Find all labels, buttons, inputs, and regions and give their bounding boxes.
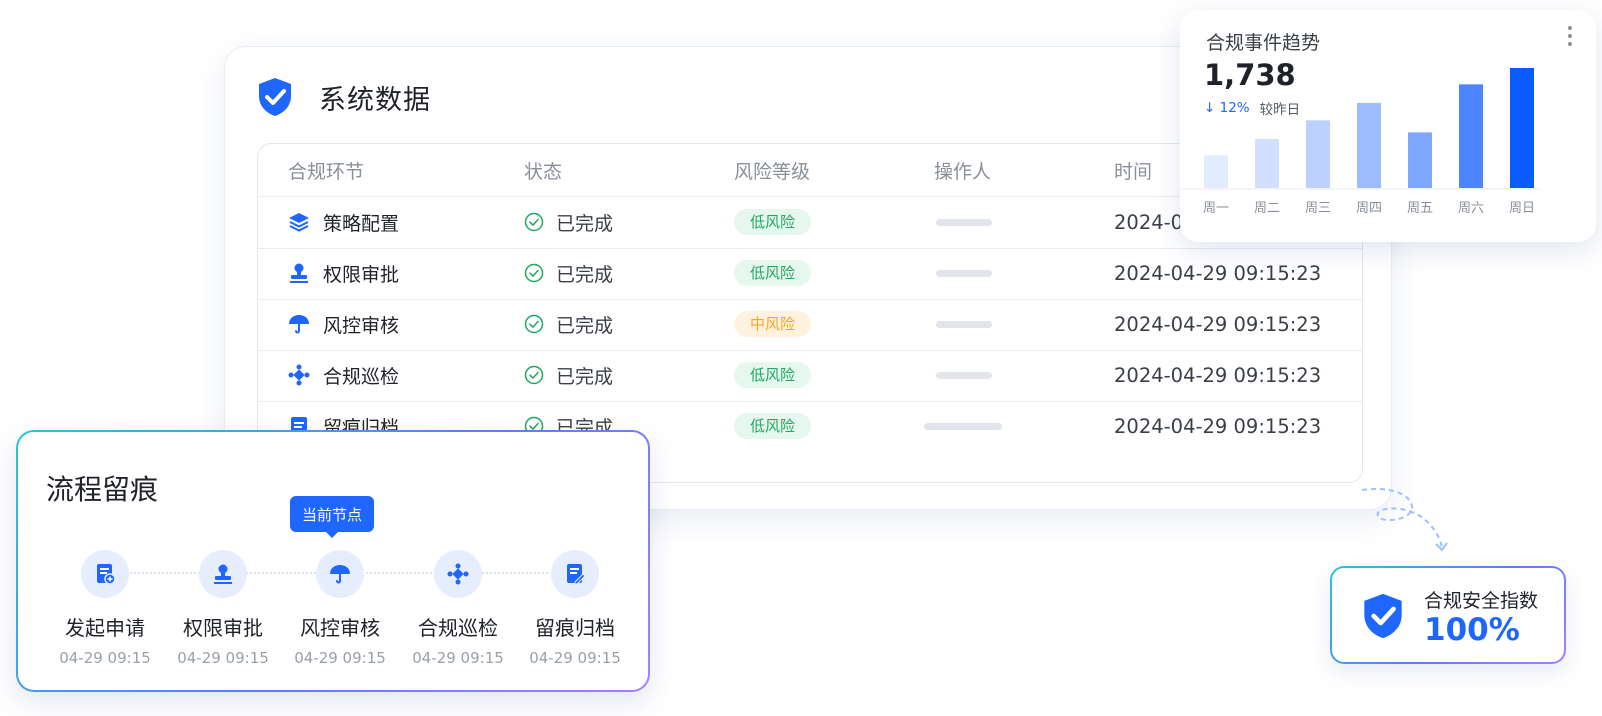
shield-check-icon (259, 78, 291, 116)
step-label: 留痕归档 (535, 616, 615, 640)
step-time: 04-29 09:15 (177, 649, 269, 667)
step-label: 权限审批 (183, 616, 263, 640)
risk-badge: 低风险 (734, 413, 812, 439)
system-data-title: 系统数据 (319, 84, 431, 116)
row-time: 2024-04-29 09:15:23 (1114, 261, 1322, 285)
row-stage-name: 合规巡检 (323, 365, 400, 388)
operator-placeholder (936, 269, 992, 277)
trend-axis-label: 周二 (1254, 201, 1280, 216)
row-status: 已完成 (556, 365, 614, 388)
trend-card: 合规事件趋势 1,738 ↓ 12% 较昨日 周一 周二 周三 周四 周五 周六 周日 (1180, 10, 1596, 242)
trend-bar-周三 (1306, 120, 1330, 188)
step-time: 04-29 09:15 (294, 649, 386, 667)
cross-diamond-icon (447, 563, 469, 585)
operator-placeholder (936, 320, 992, 328)
process-step[interactable]: 留痕归档 04-29 09:15 (515, 550, 635, 667)
dashed-arrow-decoration (1361, 488, 1448, 552)
trend-axis-label: 周六 (1458, 201, 1484, 216)
system-data-header: 系统数据 (257, 77, 431, 117)
column-header-time: 时间 (1114, 160, 1153, 183)
umbrella-icon (289, 315, 309, 334)
row-stage-name: 权限审批 (323, 263, 400, 286)
table-row[interactable]: 风控审核 已完成 中风险 2024-04-29 09:15:23 (258, 298, 1362, 351)
table-row[interactable]: 合规巡检 已完成 低风险 2024-04-29 09:15:23 (258, 349, 1362, 402)
step-time: 04-29 09:15 (59, 649, 151, 667)
step-label: 风控审核 (300, 616, 380, 640)
safety-index-value: 100% (1424, 612, 1520, 648)
table-row[interactable]: 权限审批 已完成 低风险 2024-04-29 09:15:23 (258, 247, 1362, 300)
check-circle-icon (524, 365, 544, 385)
operator-placeholder (936, 218, 992, 226)
column-header-stage: 合规环节 (288, 160, 365, 183)
trend-axis-label: 周日 (1509, 201, 1535, 216)
risk-badge: 中风险 (734, 311, 812, 337)
process-step-current[interactable]: 风控审核 04-29 09:15 (280, 550, 400, 667)
column-header-status: 状态 (524, 160, 563, 183)
trend-axis-label: 周五 (1407, 201, 1433, 216)
process-step[interactable]: 合规巡检 04-29 09:15 (398, 550, 518, 667)
cross-diamond-icon (288, 364, 310, 386)
archive-edit-icon (567, 564, 586, 585)
process-step[interactable]: 权限审批 04-29 09:15 (163, 550, 283, 667)
row-time: 2024-04-29 09:15:23 (1114, 312, 1322, 336)
row-status: 已完成 (556, 314, 614, 337)
layers-icon (289, 213, 309, 232)
check-circle-icon (524, 314, 544, 334)
trend-bar-周二 (1255, 138, 1279, 188)
trend-bar-周四 (1357, 102, 1381, 188)
umbrella-icon (330, 565, 350, 584)
safety-index-card: 合规安全指数 100% (1330, 566, 1566, 664)
trend-bar-周一 (1204, 155, 1228, 188)
risk-badge: 低风险 (734, 209, 812, 235)
trend-bar-周六 (1459, 84, 1483, 188)
operator-placeholder (924, 422, 1002, 430)
trend-axis-label: 周三 (1305, 201, 1331, 216)
shield-check-icon (1364, 593, 1402, 639)
process-title: 流程留痕 (46, 473, 159, 506)
step-label: 合规巡检 (418, 616, 498, 640)
row-stage-name: 策略配置 (323, 212, 400, 235)
step-time: 04-29 09:15 (412, 649, 504, 667)
row-status: 已完成 (556, 263, 614, 286)
row-status: 已完成 (556, 212, 614, 235)
column-header-risk: 风险等级 (734, 160, 811, 183)
step-time: 04-29 09:15 (529, 649, 621, 667)
trend-bar-chart: 周一 周二 周三 周四 周五 周六 周日 (1180, 68, 1540, 216)
column-header-operator: 操作人 (934, 160, 992, 183)
row-stage-name: 风控审核 (323, 314, 400, 337)
document-add-icon (97, 564, 116, 585)
operator-placeholder (936, 371, 992, 379)
row-time: 2024-04-29 09:15:23 (1114, 414, 1322, 438)
trend-bar-周日 (1510, 68, 1534, 188)
process-trace-card: 流程留痕 当前节点 发起申请 04-29 09:15 权限审批 04-29 09… (16, 430, 650, 692)
stamp-icon (214, 564, 232, 584)
risk-badge: 低风险 (734, 260, 812, 286)
check-circle-icon (524, 263, 544, 283)
safety-index-label: 合规安全指数 (1424, 590, 1539, 612)
trend-axis-label: 周一 (1203, 201, 1229, 216)
stamp-icon (290, 263, 308, 283)
trend-axis-label: 周四 (1356, 201, 1382, 216)
check-circle-icon (524, 212, 544, 232)
row-time: 2024-04-29 09:15:23 (1114, 363, 1322, 387)
step-label: 发起申请 (65, 616, 145, 640)
current-node-tag: 当前节点 (290, 496, 375, 538)
process-step[interactable]: 发起申请 04-29 09:15 (45, 550, 165, 667)
risk-badge: 低风险 (734, 362, 812, 388)
trend-bar-周五 (1408, 132, 1432, 188)
